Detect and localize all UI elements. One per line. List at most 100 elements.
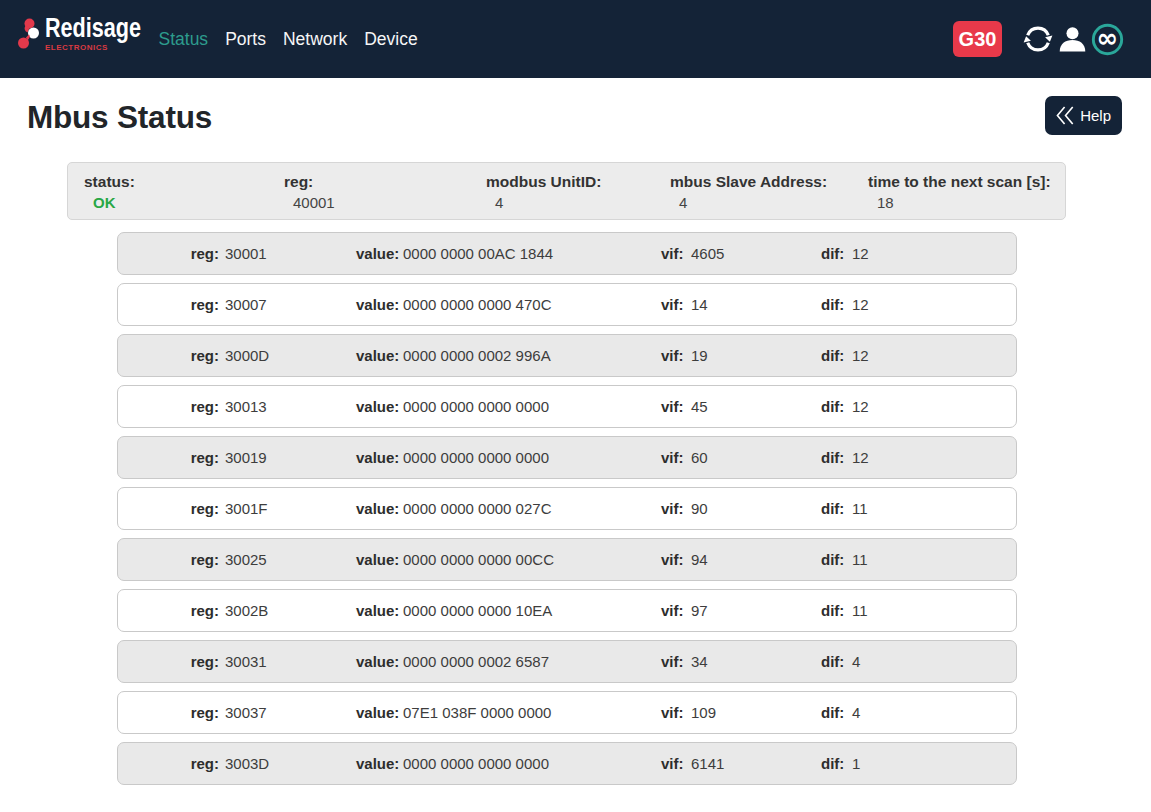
reg-label: reg: [118, 245, 219, 262]
vif-value: 90 [691, 500, 821, 517]
dif-label: dif: [821, 296, 846, 313]
dif-value: 4 [846, 653, 1016, 670]
summary-column: status: OK [68, 173, 268, 219]
value-value: 0000 0000 0000 0000 [398, 755, 661, 772]
double-chevron-left-icon [1056, 105, 1077, 126]
summary-column: reg: 40001 [268, 173, 470, 219]
reg-value: 30013 [219, 398, 356, 415]
value-value: 0000 0000 0002 6587 [398, 653, 661, 670]
reg-label: reg: [118, 449, 219, 466]
vif-value: 14 [691, 296, 821, 313]
register-row: reg: 30001 value: 0000 0000 00AC 1844 vi… [117, 232, 1017, 275]
register-row: reg: 30013 value: 0000 0000 0000 0000 vi… [117, 385, 1017, 428]
summary-label: mbus Slave Address: [670, 173, 852, 191]
dif-label: dif: [821, 551, 846, 568]
vif-value: 97 [691, 602, 821, 619]
summary-column: modbus UnitID: 4 [470, 173, 654, 219]
nav-link-network[interactable]: Network [274, 29, 355, 50]
value-value: 0000 0000 00AC 1844 [398, 245, 661, 262]
value-label: value: [356, 398, 398, 415]
value-label: value: [356, 602, 398, 619]
vif-label: vif: [661, 347, 691, 364]
register-list: reg: 30001 value: 0000 0000 00AC 1844 vi… [0, 232, 1151, 785]
reg-value: 30001 [219, 245, 356, 262]
reg-label: reg: [118, 296, 219, 313]
redisage-logo-icon [18, 18, 40, 50]
register-row: reg: 3003D value: 0000 0000 0000 0000 vi… [117, 742, 1017, 785]
register-row: reg: 3000D value: 0000 0000 0002 996A vi… [117, 334, 1017, 377]
summary-value: 18 [868, 194, 1065, 211]
dif-value: 4 [846, 704, 1016, 721]
dif-value: 12 [846, 296, 1016, 313]
dif-label: dif: [821, 653, 846, 670]
dif-label: dif: [821, 245, 846, 262]
summary-column: time to the next scan [s]: 18 [852, 173, 1065, 219]
dif-value: 12 [846, 347, 1016, 364]
vif-label: vif: [661, 500, 691, 517]
dif-label: dif: [821, 602, 846, 619]
reg-value: 3000D [219, 347, 356, 364]
reg-label: reg: [118, 755, 219, 772]
reg-label: reg: [118, 653, 219, 670]
value-label: value: [356, 551, 398, 568]
value-value: 0000 0000 0000 0000 [398, 449, 661, 466]
dif-label: dif: [821, 755, 846, 772]
value-label: value: [356, 755, 398, 772]
brand-name: Redisage [45, 16, 125, 41]
value-label: value: [356, 245, 398, 262]
value-label: value: [356, 449, 398, 466]
register-row: reg: 3002B value: 0000 0000 0000 10EA vi… [117, 589, 1017, 632]
value-value: 0000 0000 0000 470C [398, 296, 661, 313]
vif-label: vif: [661, 755, 691, 772]
summary-value: 4 [670, 194, 852, 211]
device-model-badge[interactable]: G30 [953, 21, 1002, 57]
summary-label: modbus UnitID: [486, 173, 654, 191]
vif-value: 60 [691, 449, 821, 466]
dif-label: dif: [821, 347, 846, 364]
vif-value: 4605 [691, 245, 821, 262]
dif-value: 12 [846, 398, 1016, 415]
dif-label: dif: [821, 398, 846, 415]
value-value: 0000 0000 0000 00CC [398, 551, 661, 568]
nav-link-device[interactable]: Device [356, 29, 427, 50]
svg-text:∞: ∞ [1097, 23, 1119, 53]
summary-label: reg: [284, 173, 470, 191]
user-icon[interactable] [1057, 24, 1088, 55]
vif-label: vif: [661, 704, 691, 721]
brand-logo[interactable]: Redisage ELECTRONICS [18, 16, 145, 52]
vif-label: vif: [661, 449, 691, 466]
summary-value: 4 [486, 194, 654, 211]
brand-subtitle: ELECTRONICS [45, 43, 145, 52]
reg-value: 3002B [219, 602, 356, 619]
reg-value: 3001F [219, 500, 356, 517]
vif-value: 109 [691, 704, 821, 721]
reg-value: 30019 [219, 449, 356, 466]
value-value: 0000 0000 0000 0000 [398, 398, 661, 415]
vif-label: vif: [661, 245, 691, 262]
value-label: value: [356, 500, 398, 517]
reg-value: 30007 [219, 296, 356, 313]
register-row: reg: 30025 value: 0000 0000 0000 00CC vi… [117, 538, 1017, 581]
value-value: 0000 0000 0000 027C [398, 500, 661, 517]
reg-value: 30031 [219, 653, 356, 670]
vif-label: vif: [661, 653, 691, 670]
reg-label: reg: [118, 347, 219, 364]
navbar-right: G30 ∞ [953, 21, 1124, 57]
reg-label: reg: [118, 500, 219, 517]
dif-label: dif: [821, 449, 846, 466]
dif-label: dif: [821, 704, 846, 721]
value-value: 0000 0000 0000 10EA [398, 602, 661, 619]
reg-label: reg: [118, 551, 219, 568]
nav-link-status[interactable]: Status [150, 29, 217, 50]
register-row: reg: 30019 value: 0000 0000 0000 0000 vi… [117, 436, 1017, 479]
infinity-icon[interactable]: ∞ [1091, 23, 1124, 56]
reg-label: reg: [118, 602, 219, 619]
vif-label: vif: [661, 551, 691, 568]
nav-link-ports[interactable]: Ports [217, 29, 275, 50]
refresh-icon[interactable] [1022, 23, 1054, 55]
vif-value: 34 [691, 653, 821, 670]
vif-label: vif: [661, 296, 691, 313]
dif-value: 11 [846, 551, 1016, 568]
help-button[interactable]: Help [1045, 96, 1122, 135]
vif-value: 6141 [691, 755, 821, 772]
